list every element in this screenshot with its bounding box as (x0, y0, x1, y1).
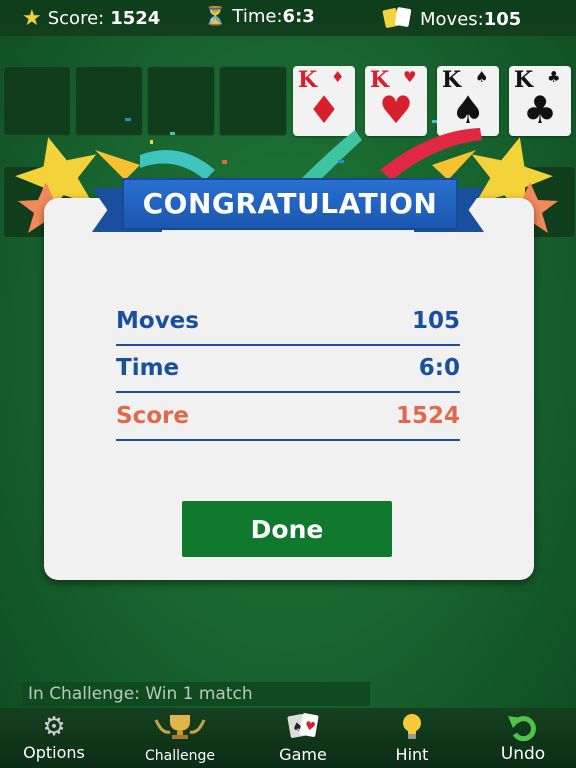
gear-icon: ⚙ (42, 712, 66, 742)
bottom-toolbar: ⚙ Options Challenge ♠ ♥ Game Hint Undo (0, 708, 576, 768)
done-button[interactable]: Done (182, 501, 392, 557)
score-display: ★ Score: 1524 (22, 6, 160, 31)
cards-icon: ♠ ♥ (283, 712, 323, 747)
stat-row-time: Time 6:0 (116, 345, 460, 393)
diamond-suit-icon: ♦ (331, 68, 345, 86)
tab-label: Options (23, 743, 85, 762)
stat-row-score: Score 1524 (116, 393, 460, 441)
status-bar: ★ Score: 1524 ⏳ Time: 6:3 Moves: 105 (0, 0, 576, 36)
tab-label: Game (279, 745, 327, 764)
score-value: 1524 (110, 8, 161, 29)
tab-game[interactable]: ♠ ♥ Game (258, 708, 348, 768)
stat-label: Moves (116, 308, 199, 334)
stat-label: Score (116, 403, 189, 429)
banner-title: CONGRATULATION (122, 178, 458, 230)
stat-value: 105 (411, 308, 460, 334)
challenge-status: In Challenge: Win 1 match (22, 682, 370, 706)
stat-value: 6:0 (418, 355, 460, 381)
club-suit-icon: ♣ (547, 68, 561, 86)
tab-undo[interactable]: Undo (478, 708, 568, 768)
score-label: Score: (47, 8, 105, 29)
spade-suit-icon: ♠ (475, 68, 489, 86)
stat-row-moves: Moves 105 (116, 298, 460, 346)
time-display: ⏳ Time: 6:3 (204, 6, 315, 27)
congratulation-banner: CONGRATULATION (72, 174, 504, 232)
time-value: 6:3 (282, 6, 315, 27)
tab-label: Challenge (145, 748, 215, 764)
star-icon: ★ (22, 6, 42, 31)
tab-challenge[interactable]: Challenge (130, 708, 230, 768)
tab-hint[interactable]: Hint (372, 708, 452, 768)
tab-options[interactable]: ⚙ Options (10, 708, 98, 768)
time-label: Time: (232, 6, 283, 27)
trophy-icon (152, 712, 208, 747)
lightbulb-icon (400, 712, 424, 749)
moves-value: 105 (483, 9, 522, 30)
cards-icon (382, 6, 414, 33)
heart-suit-icon: ♥ (403, 68, 417, 86)
moves-display: Moves: 105 (382, 6, 521, 33)
tab-label: Hint (395, 745, 429, 764)
tab-label: Undo (500, 744, 546, 764)
stat-value: 1524 (395, 403, 460, 429)
stat-label: Time (116, 355, 180, 381)
moves-label: Moves: (420, 9, 484, 30)
hourglass-icon: ⏳ (204, 6, 227, 27)
